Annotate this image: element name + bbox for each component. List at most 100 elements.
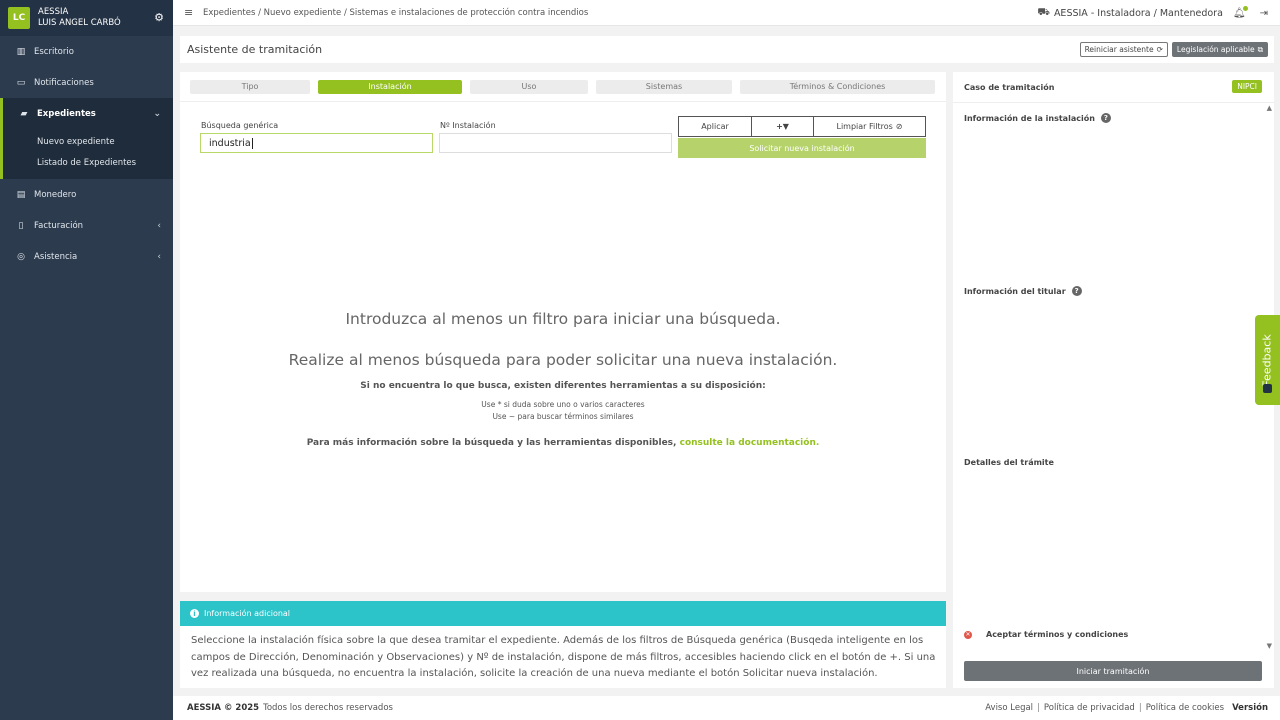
empty-state-line1: Introduzca al menos un filtro para inici…	[345, 310, 781, 328]
chevron-left-icon: ‹	[157, 220, 161, 231]
tab-tipo[interactable]: Tipo	[190, 79, 310, 94]
breadcrumb: Expedientes / Nuevo expediente / Sistema…	[203, 7, 589, 18]
footer-brand: AESSIA © 2025	[187, 703, 260, 713]
info-panel-title: Información adicional	[204, 609, 291, 618]
installation-number-input[interactable]	[439, 133, 672, 153]
clear-filters-label: Limpiar Filtros	[836, 122, 893, 131]
org-name: AESSIA	[38, 7, 69, 17]
sliders-icon[interactable]: ⚙	[153, 12, 165, 24]
chevron-down-icon: ⌄	[153, 108, 161, 119]
sidebar-item-facturacion[interactable]: ▯ Facturación ‹	[0, 210, 173, 241]
chevron-left-icon: ‹	[157, 251, 161, 262]
installation-info-label: Información de la instalación	[964, 113, 1095, 123]
tab-uso[interactable]: Uso	[470, 79, 588, 94]
chart-icon: ▥	[16, 46, 26, 57]
info-panel-header: i Información adicional	[180, 601, 946, 626]
case-panel: Caso de tramitación NIPCI ▲ Información …	[953, 72, 1274, 688]
legal-link[interactable]: Aviso Legal	[985, 703, 1033, 713]
sidebar-item-nuevo-expediente[interactable]: Nuevo expediente	[3, 131, 173, 152]
sidebar-item-escritorio[interactable]: ▥ Escritorio	[0, 36, 173, 67]
refresh-icon: ⟳	[1156, 45, 1163, 54]
reset-wizard-label: Reiniciar asistente	[1084, 45, 1154, 54]
tab-sistemas[interactable]: Sistemas	[596, 79, 732, 94]
file-icon: ▯	[18, 220, 24, 231]
installation-number-label: Nº Instalación	[440, 121, 496, 130]
sidebar-submenu: Nuevo expediente Listado de Expedientes	[0, 129, 173, 179]
page-header: Asistente de tramitación Reiniciar asist…	[180, 36, 1274, 63]
privacy-link[interactable]: Política de privacidad	[1044, 703, 1135, 713]
sidebar-item-asistencia[interactable]: ◎ Asistencia ‹	[0, 241, 173, 272]
external-link-icon: ⧉	[1257, 44, 1263, 54]
tools-title: Si no encuentra lo que busca, existen di…	[360, 381, 766, 391]
folder-icon: ▰	[20, 108, 28, 119]
feedback-icon	[1263, 384, 1272, 393]
wizard-main: Tipo Instalación Uso Sistemas Términos &…	[180, 72, 946, 592]
wizard-tabs: Tipo Instalación Uso Sistemas Términos &…	[180, 72, 946, 102]
support-icon: ◎	[17, 251, 25, 262]
org-selector[interactable]: AESSIA - Instaladora / Mantenedora	[1054, 8, 1223, 19]
clear-filters-button[interactable]: Limpiar Filtros ⊘	[814, 117, 925, 136]
details-section: Detalles del trámite	[964, 458, 1054, 467]
more-filters-button[interactable]: + ▼	[752, 117, 814, 136]
filter-button-group: Aplicar + ▼ Limpiar Filtros ⊘	[678, 116, 926, 137]
help-icon[interactable]: ?	[1071, 286, 1082, 296]
version-label: Versión	[1232, 703, 1268, 713]
scroll-up-icon[interactable]: ▲	[1267, 104, 1272, 112]
more-info-text: Para más información sobre la búsqueda y…	[180, 438, 946, 448]
feedback-label: Feedback	[1261, 333, 1275, 387]
legislation-label: Legislación aplicable	[1176, 45, 1255, 54]
installation-info-section: Información de la instalación ?	[964, 113, 1111, 123]
user-name: LUIS ANGEL CARBÓ	[38, 18, 121, 28]
error-icon: ✕	[964, 630, 972, 639]
empty-state-line2: Realize al menos búsqueda para poder sol…	[288, 351, 838, 369]
footer: AESSIA © 2025 Todos los derechos reserva…	[173, 696, 1280, 720]
sidebar-item-notificaciones[interactable]: ▭ Notificaciones	[0, 67, 173, 98]
topbar: ≡ Expedientes / Nuevo expediente / Siste…	[173, 0, 1280, 26]
wallet-icon: ▤	[16, 189, 26, 200]
sidebar-item-label: Facturación	[34, 220, 84, 231]
start-process-button[interactable]: Iniciar tramitación	[964, 661, 1262, 681]
holder-info-section: Información del titular ?	[964, 286, 1082, 296]
holder-info-label: Información del titular	[964, 286, 1066, 296]
info-icon: i	[190, 609, 199, 618]
avatar: LC	[8, 7, 30, 29]
more-info-label: Para más información sobre la búsqueda y…	[306, 438, 677, 448]
cookies-link[interactable]: Política de cookies	[1146, 703, 1224, 713]
filter-clear-icon: ⊘	[895, 122, 903, 131]
sidebar-item-label: Monedero	[34, 189, 77, 200]
sidebar-item-label: Expedientes	[37, 108, 96, 119]
case-label: Caso de tramitación	[964, 82, 1055, 92]
legislation-button[interactable]: Legislación aplicable ⧉	[1171, 42, 1268, 57]
tab-terminos[interactable]: Términos & Condiciones	[740, 79, 935, 94]
filter-icon: ▼	[782, 122, 789, 131]
sidebar-item-listado-expedientes[interactable]: Listado de Expedientes	[3, 152, 173, 173]
help-icon[interactable]: ?	[1100, 113, 1111, 123]
case-header: Caso de tramitación NIPCI	[953, 72, 1274, 103]
tip-wildcard: Use * si duda sobre uno o varios caracte…	[481, 400, 645, 409]
footer-rights: Todos los derechos reservados	[263, 703, 393, 713]
sidebar-item-monedero[interactable]: ▤ Monedero	[0, 179, 173, 210]
bell-icon[interactable]: 🔔︎	[1233, 5, 1248, 19]
page-title: Asistente de tramitación	[187, 43, 323, 56]
sidebar-item-label: Asistencia	[34, 251, 78, 262]
menu-icon[interactable]: ≡	[184, 6, 194, 19]
feedback-tab[interactable]: Feedback	[1255, 315, 1280, 405]
truck-icon: ⛟	[1037, 6, 1050, 18]
sidebar-item-label: Escritorio	[34, 46, 74, 57]
request-installation-button[interactable]: Solicitar nueva instalación	[678, 138, 926, 158]
tip-fuzzy: Use ~ para buscar términos similares	[492, 412, 634, 421]
generic-search-input[interactable]: industria	[200, 133, 433, 153]
user-card: LC AESSIA LUIS ANGEL CARBÓ ⚙	[0, 0, 173, 36]
sidebar-item-expedientes[interactable]: ▰ Expedientes ⌄	[0, 98, 173, 129]
more-filters-label: +	[776, 122, 783, 131]
logout-icon[interactable]: ⇥	[1260, 8, 1268, 19]
tab-instalacion[interactable]: Instalación	[318, 79, 462, 94]
reset-wizard-button[interactable]: Reiniciar asistente ⟳	[1079, 42, 1168, 57]
case-badge: NIPCI	[1232, 80, 1262, 93]
sidebar-item-label: Notificaciones	[34, 77, 94, 88]
info-panel-body: Seleccione la instalación física sobre l…	[180, 626, 946, 688]
sidebar: LC AESSIA LUIS ANGEL CARBÓ ⚙ ▥ Escritori…	[0, 0, 173, 720]
scroll-down-icon[interactable]: ▼	[1267, 642, 1272, 650]
apply-button[interactable]: Aplicar	[679, 117, 752, 136]
documentation-link[interactable]: consulte la documentación.	[680, 438, 820, 448]
